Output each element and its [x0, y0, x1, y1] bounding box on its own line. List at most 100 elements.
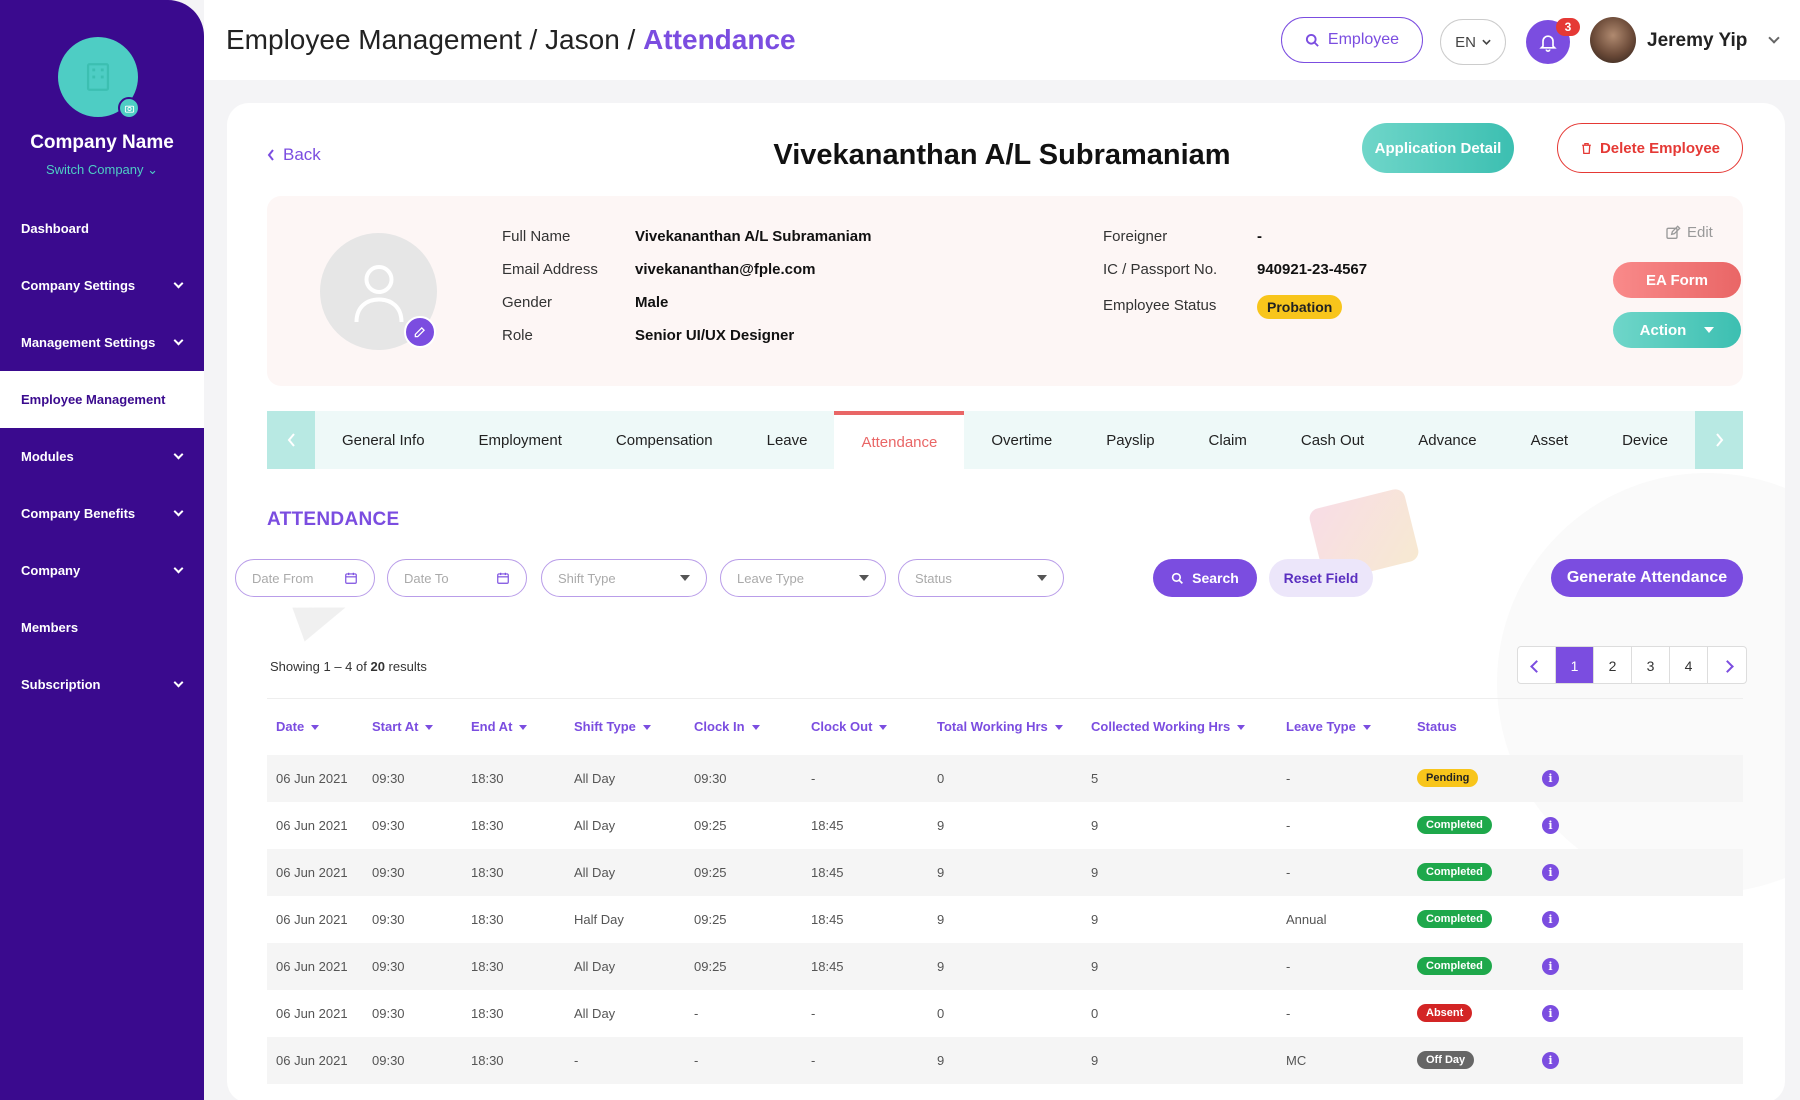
- tab-list: General Info Employment Compensation Leave A…: [315, 411, 1695, 469]
- sidebar-item-company-benefits[interactable]: Company Benefits: [0, 485, 204, 542]
- info-icon[interactable]: i: [1542, 816, 1559, 834]
- pagination-page-button[interactable]: 4: [1670, 647, 1708, 683]
- cell-start: 09:30: [372, 911, 405, 927]
- tab-overtime[interactable]: Overtime: [964, 411, 1079, 469]
- table-row[interactable]: 06 Jun 2021 09:30 18:30 All Day 09:25 18:45 9 9…: [267, 802, 1743, 849]
- language-select[interactable]: EN: [1440, 19, 1506, 65]
- table-row[interactable]: 06 Jun 2021 09:30 18:30 - - - 9 9 MC Off Day i: [267, 1036, 1743, 1084]
- camera-icon[interactable]: [118, 97, 140, 119]
- tab-asset[interactable]: Asset: [1504, 411, 1596, 469]
- sidebar-item-subscription[interactable]: Subscription: [0, 656, 204, 713]
- cell-clock-out: 18:45: [811, 958, 844, 974]
- cell-status: Completed: [1408, 896, 1533, 943]
- tabs-scroll-right-button[interactable]: [1695, 411, 1743, 469]
- info-icon[interactable]: i: [1542, 863, 1559, 881]
- status-badge: Completed: [1417, 863, 1492, 881]
- user-name[interactable]: Jeremy Yip: [1647, 30, 1747, 52]
- column-header-date[interactable]: Date: [267, 699, 363, 755]
- sidebar-item-members[interactable]: Members: [0, 599, 204, 656]
- leave-type-select[interactable]: Leave Type: [720, 559, 886, 597]
- cell-collected: 5: [1091, 770, 1099, 786]
- sidebar-item-label: Company: [21, 563, 81, 578]
- ea-form-button[interactable]: EA Form: [1613, 262, 1741, 298]
- sidebar-item-company-settings[interactable]: Company Settings: [0, 257, 204, 314]
- date-to-placeholder: Date To: [404, 570, 449, 586]
- column-header-start-at[interactable]: Start At: [363, 699, 462, 755]
- column-header-leave-type[interactable]: Leave Type: [1277, 699, 1408, 755]
- generate-attendance-button[interactable]: Generate Attendance: [1551, 559, 1743, 597]
- caret-down-icon: [1704, 327, 1715, 333]
- tab-device[interactable]: Device: [1595, 411, 1695, 469]
- cell-info: i: [1533, 802, 1743, 849]
- info-icon[interactable]: i: [1542, 910, 1559, 928]
- tab-leave[interactable]: Leave: [740, 411, 835, 469]
- column-header-total-working-hrs[interactable]: Total Working Hrs: [928, 699, 1082, 755]
- action-label: Action: [1639, 321, 1687, 339]
- column-header-clock-in[interactable]: Clock In: [685, 699, 802, 755]
- pagination-page-button[interactable]: 2: [1594, 647, 1632, 683]
- table-body: 06 Jun 2021 09:30 18:30 All Day 09:30 - 0 5 - Pen…: [267, 754, 1743, 1084]
- user-menu-chevron-icon[interactable]: [1768, 32, 1780, 44]
- table-row[interactable]: 06 Jun 2021 09:30 18:30 All Day - - 0 0 - Absent i: [267, 990, 1743, 1037]
- date-from-input[interactable]: Date From: [235, 559, 375, 597]
- sidebar-item-management-settings[interactable]: Management Settings: [0, 314, 204, 371]
- user-avatar[interactable]: [1590, 17, 1636, 63]
- shift-type-select[interactable]: Shift Type: [541, 559, 707, 597]
- tab-claim[interactable]: Claim: [1182, 411, 1274, 469]
- date-to-input[interactable]: Date To: [387, 559, 527, 597]
- column-header-clock-out[interactable]: Clock Out: [802, 699, 928, 755]
- pagination-next-button[interactable]: [1708, 647, 1746, 683]
- sidebar-item-modules[interactable]: Modules: [0, 428, 204, 485]
- edit-profile-link[interactable]: Edit: [1665, 224, 1713, 241]
- column-header-actions: [1533, 699, 1743, 755]
- employee-search-button[interactable]: Employee: [1281, 17, 1423, 63]
- sort-icon: [519, 725, 528, 731]
- info-icon[interactable]: i: [1542, 1051, 1559, 1069]
- reset-field-button[interactable]: Reset Field: [1269, 559, 1373, 597]
- cell-leave: -: [1286, 1005, 1291, 1021]
- table-row[interactable]: 06 Jun 2021 09:30 18:30 All Day 09:25 18:45 9 9…: [267, 848, 1743, 896]
- tabs-scroll-left-button[interactable]: [267, 411, 315, 469]
- employee-card: Back Vivekananthan A/L Subramaniam Appli…: [227, 103, 1785, 1100]
- avatar-edit-button[interactable]: [404, 316, 436, 348]
- company-logo[interactable]: [58, 37, 140, 119]
- tab-payslip[interactable]: Payslip: [1079, 411, 1181, 469]
- info-icon[interactable]: i: [1542, 1004, 1559, 1022]
- table-row[interactable]: 06 Jun 2021 09:30 18:30 All Day 09:25 18:45 9 9…: [267, 942, 1743, 990]
- cell-date: 06 Jun 2021: [276, 1052, 348, 1068]
- pagination-prev-button[interactable]: [1518, 647, 1556, 683]
- tab-advance[interactable]: Advance: [1391, 411, 1503, 469]
- tab-general-info[interactable]: General Info: [315, 411, 452, 469]
- cell-status: Completed: [1408, 802, 1533, 849]
- status-select[interactable]: Status: [898, 559, 1064, 597]
- column-header-shift-type[interactable]: Shift Type: [565, 699, 685, 755]
- tab-attendance[interactable]: Attendance: [834, 411, 965, 469]
- table-row[interactable]: 06 Jun 2021 09:30 18:30 Half Day 09:25 18:45 9…: [267, 896, 1743, 943]
- ic-passport-value: 940921-23-4567: [1257, 261, 1368, 278]
- pagination-page-button[interactable]: 1: [1556, 647, 1594, 683]
- table-row[interactable]: 06 Jun 2021 09:30 18:30 All Day 09:30 - 0 5 - Pen…: [267, 754, 1743, 802]
- pagination-page-button[interactable]: 3: [1632, 647, 1670, 683]
- column-header-collected-working-hrs[interactable]: Collected Working Hrs: [1082, 699, 1277, 755]
- column-header-status[interactable]: Status: [1408, 699, 1533, 755]
- sidebar-item-company[interactable]: Company: [0, 542, 204, 599]
- action-dropdown-button[interactable]: Action: [1613, 312, 1741, 348]
- info-icon[interactable]: i: [1542, 769, 1559, 787]
- cell-collected: 9: [1091, 911, 1099, 927]
- switch-company-link[interactable]: Switch Company ⌄: [0, 162, 204, 178]
- tab-cash-out[interactable]: Cash Out: [1274, 411, 1391, 469]
- sidebar-item-dashboard[interactable]: Dashboard: [0, 200, 204, 257]
- breadcrumb-path[interactable]: Employee Management / Jason /: [226, 24, 643, 55]
- sidebar-item-label: Subscription: [21, 677, 101, 692]
- delete-employee-button[interactable]: Delete Employee: [1557, 123, 1743, 173]
- column-header-end-at[interactable]: End At: [462, 699, 565, 755]
- search-button[interactable]: Search: [1153, 559, 1257, 597]
- results-summary: Showing 1 – 4 of 20 results: [270, 659, 427, 674]
- tab-compensation[interactable]: Compensation: [589, 411, 740, 469]
- info-icon[interactable]: i: [1542, 957, 1559, 975]
- application-detail-button[interactable]: Application Detail: [1362, 123, 1514, 173]
- column-header-label: End At: [471, 719, 513, 735]
- chevron-left-icon: [287, 433, 295, 447]
- tab-employment[interactable]: Employment: [452, 411, 589, 469]
- sidebar-item-employee-management[interactable]: Employee Management: [0, 371, 204, 428]
